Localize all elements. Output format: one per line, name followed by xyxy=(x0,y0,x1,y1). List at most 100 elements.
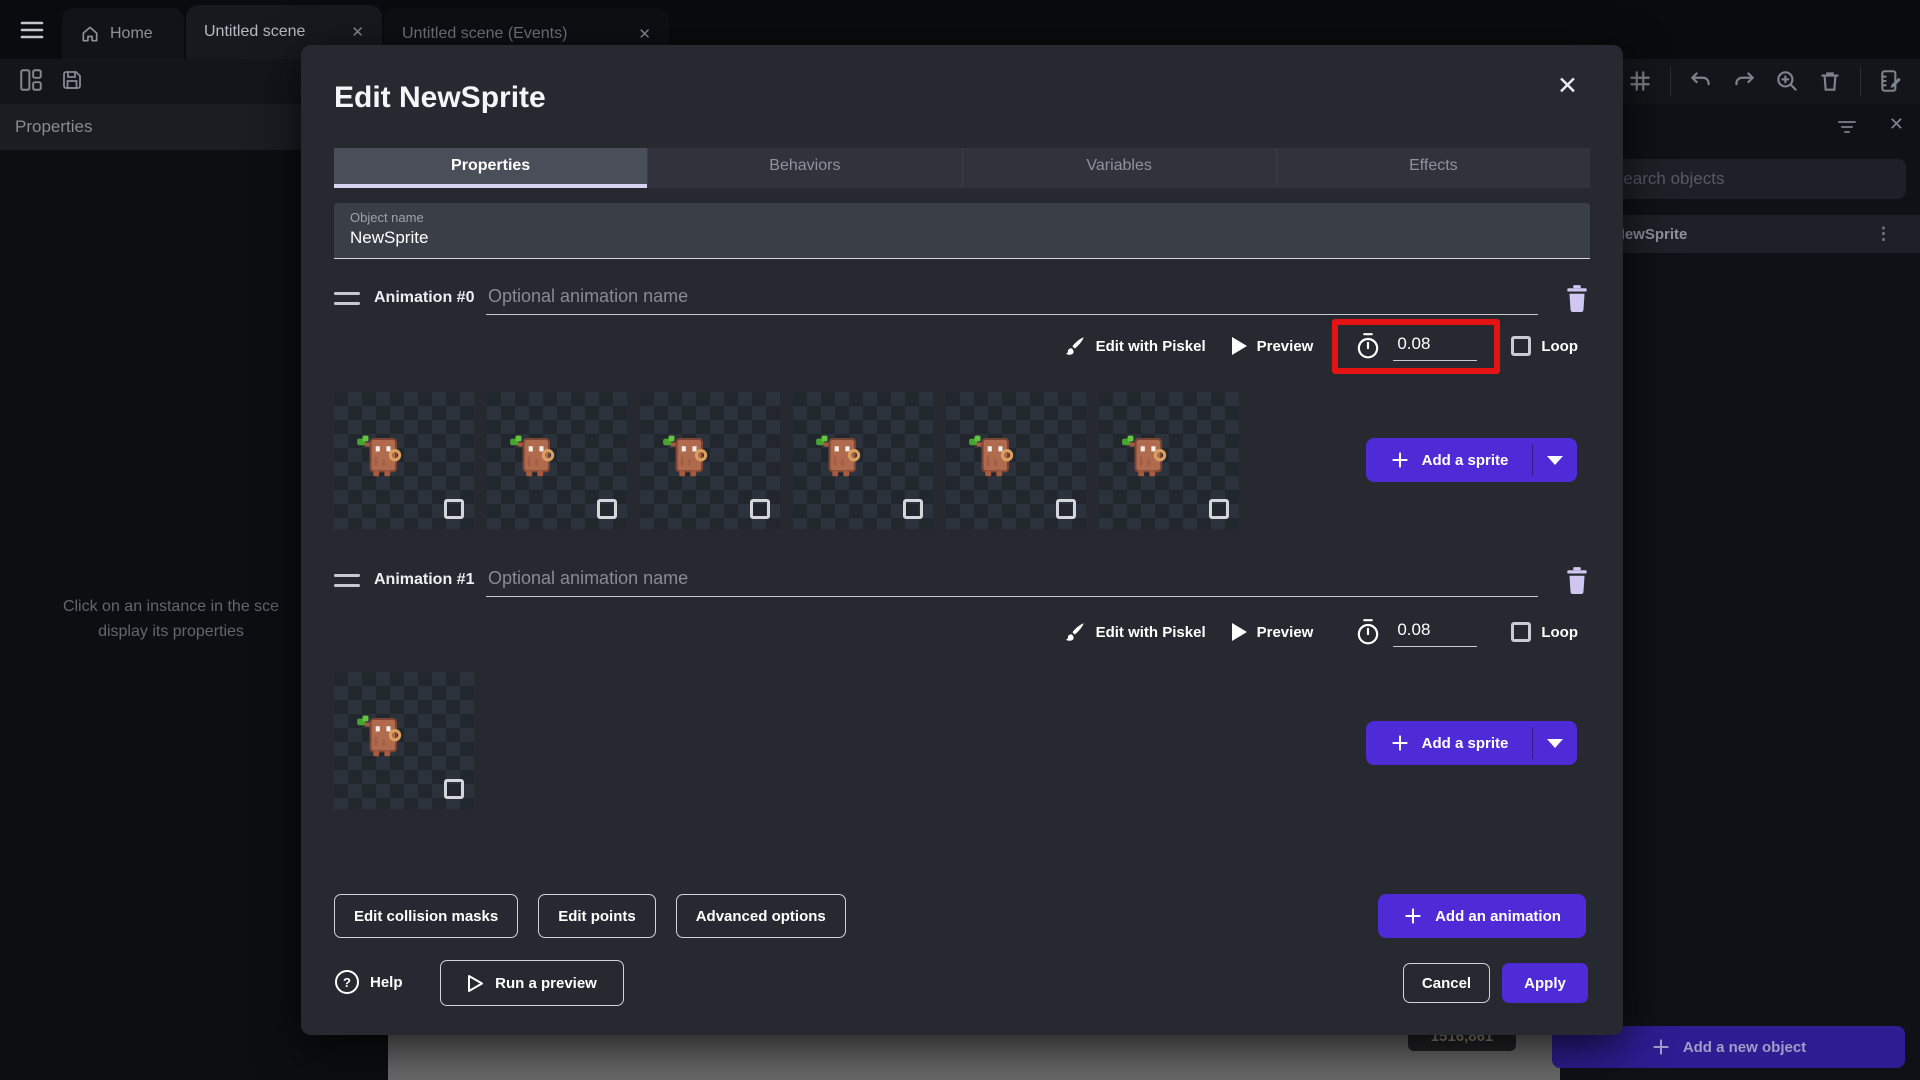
add-a-sprite-button[interactable]: Add a sprite xyxy=(1366,721,1577,765)
scene-properties-notebook-icon[interactable] xyxy=(1878,68,1904,94)
close-panel-icon[interactable]: ✕ xyxy=(1889,114,1904,135)
frame-select-checkbox[interactable] xyxy=(1056,499,1076,519)
sprite-frame-thumbnail[interactable] xyxy=(487,392,627,529)
zoom-in-icon[interactable] xyxy=(1774,68,1800,94)
pig-sprite-image xyxy=(813,428,875,490)
tab-events-label: Untitled scene (Events) xyxy=(402,24,568,42)
pig-sprite-image xyxy=(966,428,1028,490)
advanced-options-button[interactable]: Advanced options xyxy=(675,894,846,938)
delete-animation-icon[interactable] xyxy=(1564,284,1590,312)
frame-select-checkbox[interactable] xyxy=(750,499,770,519)
tab-effects[interactable]: Effects xyxy=(1275,148,1590,188)
chevron-down-icon xyxy=(1547,738,1563,748)
dialog-tabs: Properties Behaviors Variables Effects xyxy=(334,148,1590,188)
frame-select-checkbox[interactable] xyxy=(597,499,617,519)
tab-home-label: Home xyxy=(110,24,153,42)
tab-behaviors[interactable]: Behaviors xyxy=(647,148,962,188)
toolbar-separator xyxy=(1670,66,1671,96)
search-objects-input[interactable] xyxy=(1598,159,1906,199)
play-icon xyxy=(1231,623,1247,641)
run-a-preview-button[interactable]: Run a preview xyxy=(440,960,624,1006)
animation-1-header: Animation #1 xyxy=(334,560,1590,600)
cancel-button[interactable]: Cancel xyxy=(1403,963,1490,1003)
add-an-animation-button[interactable]: Add an animation xyxy=(1378,894,1586,938)
add-sprite-dropdown[interactable] xyxy=(1533,721,1577,765)
pig-sprite-image xyxy=(354,708,416,770)
help-button[interactable]: ? Help xyxy=(334,969,403,995)
redo-icon[interactable] xyxy=(1731,68,1757,94)
frame-select-checkbox[interactable] xyxy=(444,499,464,519)
dialog-title: Edit NewSprite xyxy=(334,81,546,114)
trash-icon[interactable] xyxy=(1817,68,1843,94)
drag-handle-icon[interactable] xyxy=(334,573,360,587)
play-outline-icon xyxy=(468,974,484,992)
main-menu-icon[interactable] xyxy=(18,16,46,44)
animation-0-actions: Edit with Piskel Preview Loop xyxy=(334,317,1590,375)
animation-1-actions: Edit with Piskel Preview Loop xyxy=(334,603,1590,661)
object-name-field[interactable]: Object name NewSprite xyxy=(334,203,1590,259)
sprite-tools-row: Edit collision masks Edit points Advance… xyxy=(334,894,846,938)
object-menu-icon[interactable]: ⋮ xyxy=(1875,224,1892,244)
undo-icon[interactable] xyxy=(1688,68,1714,94)
sprite-frame-thumbnail[interactable] xyxy=(334,672,474,809)
sprite-frame-thumbnail[interactable] xyxy=(793,392,933,529)
delete-animation-icon[interactable] xyxy=(1564,566,1590,594)
loop-checkbox[interactable] xyxy=(1511,336,1532,356)
edit-collision-masks-button[interactable]: Edit collision masks xyxy=(334,894,519,938)
plus-icon xyxy=(1653,1039,1669,1055)
sprite-frame-thumbnail[interactable] xyxy=(1099,392,1239,529)
gdevelop-app: Home Untitled scene ✕ Untitled scene (Ev… xyxy=(0,0,1920,1080)
sprite-frame-thumbnail[interactable] xyxy=(640,392,780,529)
close-tab-icon[interactable]: ✕ xyxy=(638,25,651,43)
panels-layout-icon[interactable] xyxy=(18,67,44,93)
edit-points-button[interactable]: Edit points xyxy=(538,894,656,938)
grid-icon[interactable] xyxy=(1627,68,1653,94)
preview-button[interactable]: Preview xyxy=(1231,623,1313,641)
edit-sprite-dialog: Edit NewSprite ✕ Properties Behaviors Va… xyxy=(301,45,1623,1035)
time-between-frames-group xyxy=(1335,608,1497,657)
sprite-frame-thumbnail[interactable] xyxy=(946,392,1086,529)
close-tab-icon[interactable]: ✕ xyxy=(351,23,364,41)
loop-label: Loop xyxy=(1541,337,1578,355)
drag-handle-icon[interactable] xyxy=(334,291,360,305)
frame-select-checkbox[interactable] xyxy=(444,779,464,799)
save-icon[interactable] xyxy=(60,68,84,92)
pig-sprite-image xyxy=(507,428,569,490)
frame-select-checkbox[interactable] xyxy=(903,499,923,519)
brush-icon xyxy=(1065,337,1084,355)
apply-button[interactable]: Apply xyxy=(1502,963,1588,1003)
dialog-close-icon[interactable]: ✕ xyxy=(1557,71,1578,101)
animation-0-name-input[interactable] xyxy=(486,281,1538,315)
animation-1-name-input[interactable] xyxy=(486,563,1538,597)
edit-with-piskel-button[interactable]: Edit with Piskel xyxy=(1064,335,1206,357)
toolbar-separator xyxy=(1860,66,1861,96)
play-icon xyxy=(1231,337,1247,355)
frame-select-checkbox[interactable] xyxy=(1209,499,1229,519)
filter-icon[interactable] xyxy=(1836,117,1858,137)
stopwatch-icon xyxy=(1358,333,1379,359)
stopwatch-icon xyxy=(1358,619,1379,645)
home-icon xyxy=(82,26,98,42)
tab-home[interactable]: Home xyxy=(62,8,184,59)
svg-text:?: ? xyxy=(343,975,351,990)
preview-button[interactable]: Preview xyxy=(1231,337,1313,355)
add-new-object-label: Add a new object xyxy=(1682,1038,1807,1056)
pig-sprite-image xyxy=(660,428,722,490)
chevron-down-icon xyxy=(1547,455,1563,465)
add-sprite-dropdown[interactable] xyxy=(1533,438,1577,482)
animation-0-time-input[interactable] xyxy=(1393,331,1478,361)
animation-1-frames xyxy=(334,672,474,809)
animation-1-time-input[interactable] xyxy=(1393,617,1478,647)
sprite-frame-thumbnail[interactable] xyxy=(334,392,474,529)
plus-icon xyxy=(1391,735,1408,751)
tab-properties[interactable]: Properties xyxy=(334,148,648,188)
object-name-field-label: Object name xyxy=(350,210,424,225)
add-a-sprite-button[interactable]: Add a sprite xyxy=(1366,438,1577,482)
animation-0-title: Animation #0 xyxy=(374,289,475,306)
animation-0-frames xyxy=(334,392,1239,529)
tab-scene-label: Untitled scene xyxy=(204,23,306,40)
tab-variables[interactable]: Variables xyxy=(961,148,1276,188)
pig-sprite-image xyxy=(354,428,416,490)
edit-with-piskel-button[interactable]: Edit with Piskel xyxy=(1064,621,1206,643)
loop-checkbox[interactable] xyxy=(1511,622,1532,642)
